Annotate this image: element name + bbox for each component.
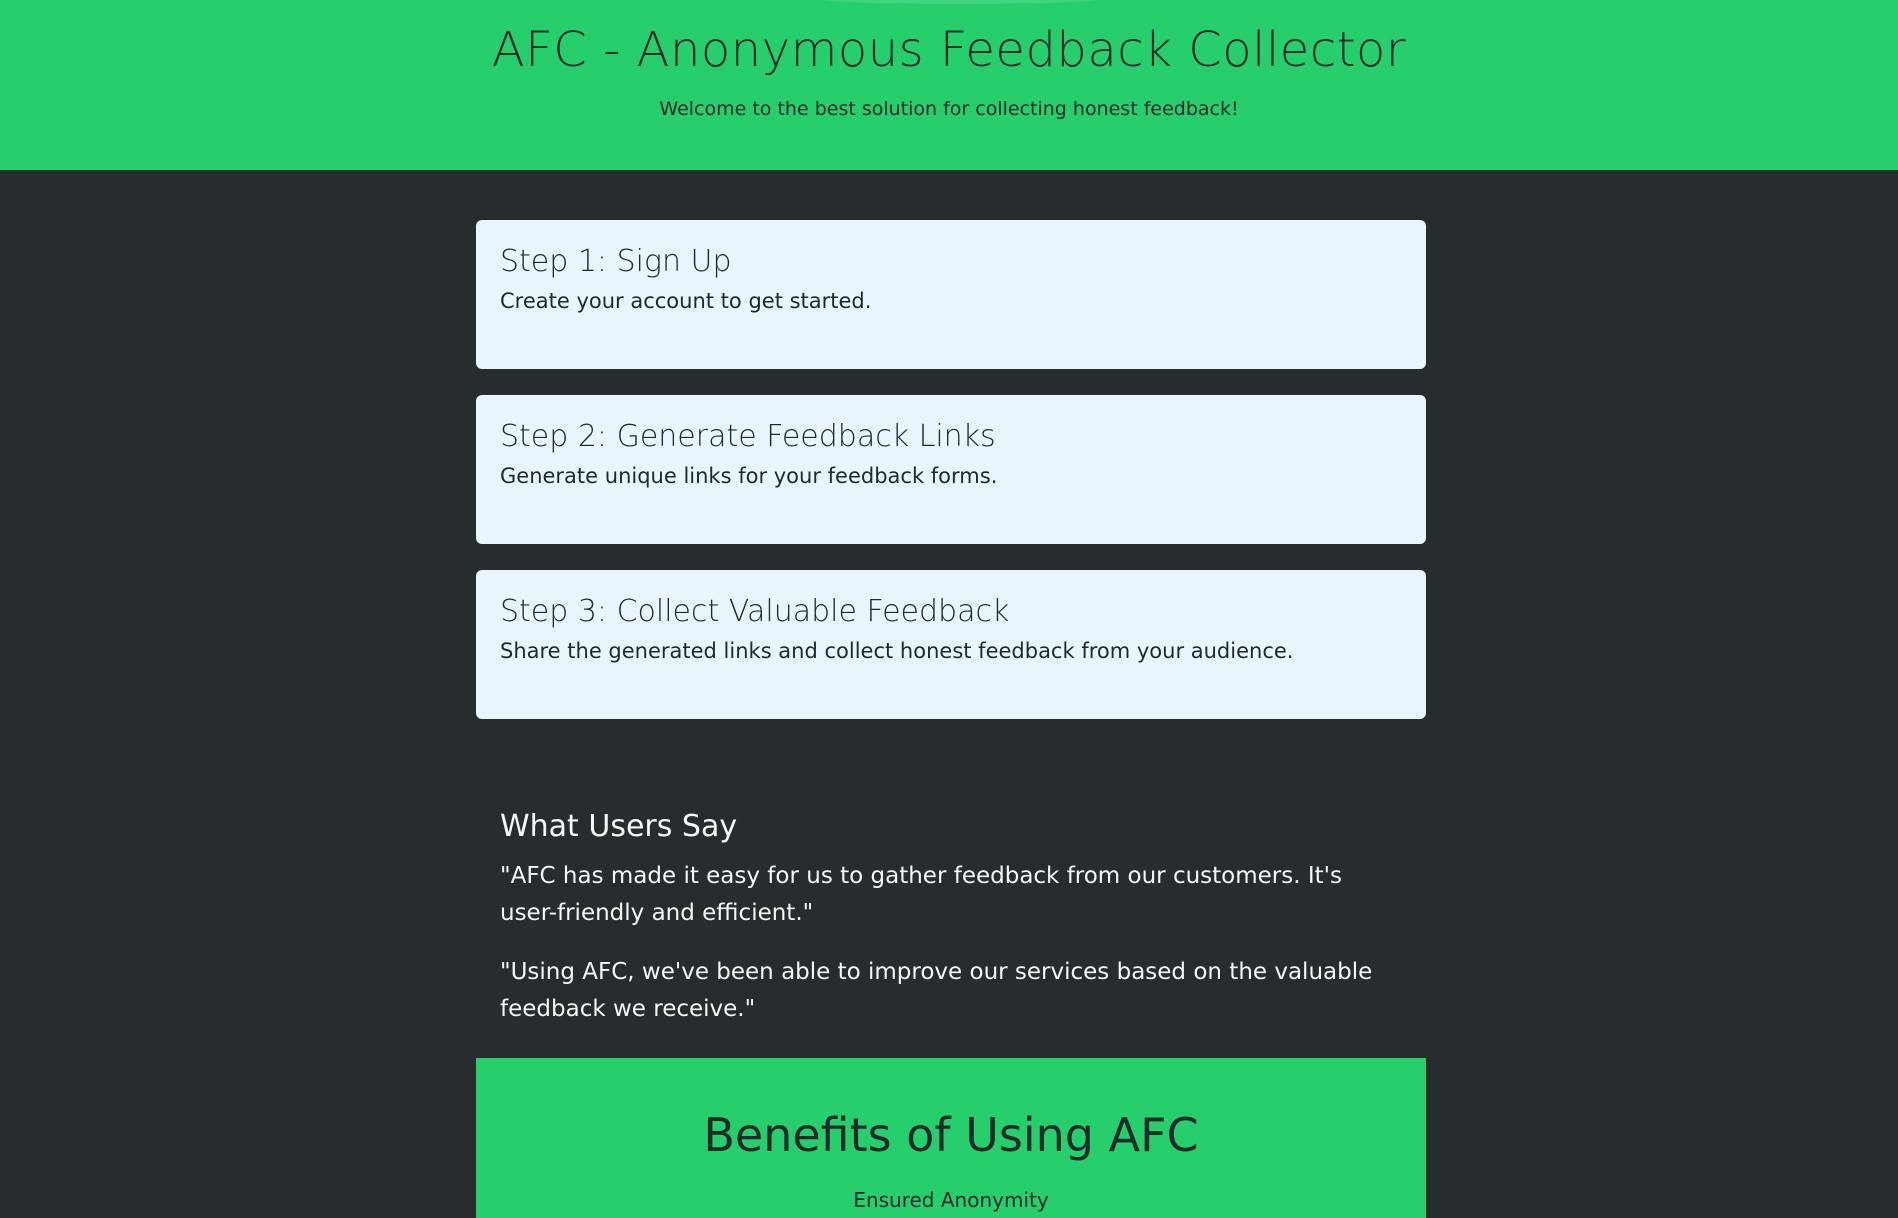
step-title: Step 3: Collect Valuable Feedback (500, 594, 1010, 629)
page-header: AFC - Anonymous Feedback Collector Welco… (0, 0, 1898, 170)
step-card-collect-feedback: Step 3: Collect Valuable Feedback Share … (476, 570, 1426, 719)
app-title: AFC - Anonymous Feedback Collector (491, 22, 1407, 78)
step-title: Step 2: Generate Feedback Links (500, 419, 996, 454)
benefits-section: Benefits of Using AFC Ensured Anonymity (476, 1058, 1426, 1218)
step-card-sign-up: Step 1: Sign Up Create your account to g… (476, 220, 1426, 369)
app-subtitle: Welcome to the best solution for collect… (659, 98, 1239, 120)
testimonials-title: What Users Say (500, 809, 738, 844)
benefits-title: Benefits of Using AFC (703, 1108, 1199, 1162)
step-card-generate-links: Step 2: Generate Feedback Links Generate… (476, 395, 1426, 544)
testimonials-section: What Users Say "AFC has made it easy for… (476, 745, 1426, 1028)
main-content: Step 1: Sign Up Create your account to g… (476, 220, 1426, 1050)
step-description: Share the generated links and collect ho… (500, 639, 1294, 663)
step-description: Generate unique links for your feedback … (500, 464, 998, 488)
header-glow-decoration (820, 0, 1100, 4)
benefit-item: Ensured Anonymity (853, 1188, 1049, 1212)
testimonial-quote: "Using AFC, we've been able to improve o… (500, 959, 1373, 1022)
step-title: Step 1: Sign Up (500, 244, 732, 279)
testimonial-quote: "AFC has made it easy for us to gather f… (500, 863, 1342, 926)
step-description: Create your account to get started. (500, 289, 872, 313)
